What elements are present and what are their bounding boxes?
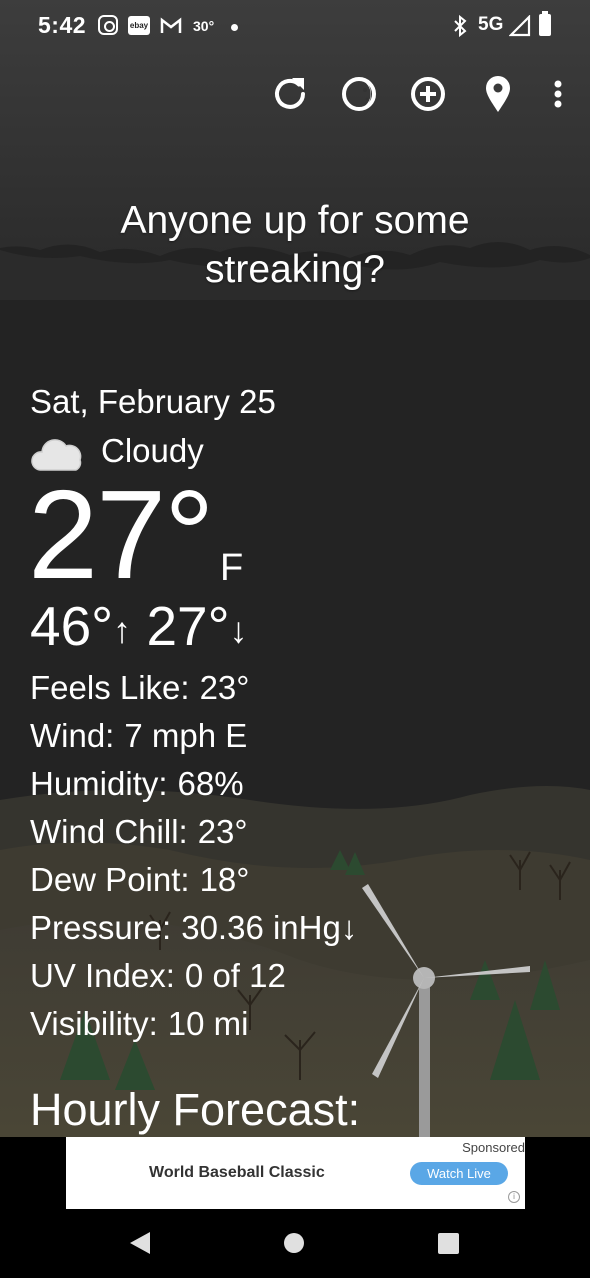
ad-banner[interactable]: Sponsored World Baseball Classic Watch L… (66, 1137, 525, 1209)
detail-label: Feels Like: (30, 669, 190, 706)
high-temp: 46° (30, 595, 114, 657)
notification-dot-icon (231, 24, 238, 31)
detail-pressure: Pressure: 30.36 inHg↓ (30, 908, 357, 948)
detail-humidity: Humidity: 68% (30, 764, 244, 804)
detail-value: 7 mph E (124, 717, 248, 754)
ad-sponsored-label: Sponsored (462, 1140, 525, 1155)
detail-value: 0 of 12 (184, 957, 286, 994)
detail-feels-like: Feels Like: 23° (30, 668, 249, 708)
watch-live-button[interactable]: Watch Live (410, 1162, 508, 1185)
detail-label: Visibility: (30, 1005, 158, 1042)
detail-value: 68% (177, 765, 244, 802)
network-type: 5G (478, 14, 504, 35)
more-vert-icon[interactable] (536, 72, 580, 116)
location-pin-icon[interactable] (476, 72, 520, 116)
status-temp: 30° (193, 18, 215, 34)
detail-label: Wind: (30, 717, 115, 754)
detail-label: Wind Chill: (30, 813, 188, 850)
gmail-icon (160, 17, 182, 33)
temperature-unit: F (220, 547, 244, 589)
instagram-icon (98, 15, 118, 35)
low-temp: 27° (146, 595, 230, 657)
detail-value: 23° (199, 669, 250, 706)
detail-value: 23° (197, 813, 248, 850)
detail-wind-chill: Wind Chill: 23° (30, 812, 248, 852)
detail-uv-index: UV Index: 0 of 12 (30, 956, 286, 996)
detail-label: Dew Point: (30, 861, 190, 898)
detail-visibility: Visibility: 10 mi (30, 1004, 248, 1044)
detail-value: 30.36 inHg↓ (181, 909, 358, 946)
detail-label: Humidity: (30, 765, 168, 802)
recents-icon[interactable] (438, 1233, 459, 1254)
battery-icon (539, 11, 551, 36)
ad-title[interactable]: World Baseball Classic (149, 1164, 325, 1182)
add-location-icon[interactable] (406, 72, 450, 116)
detail-wind: Wind: 7 mph E (30, 716, 247, 756)
moon-icon[interactable] (337, 72, 381, 116)
detail-value: 18° (199, 861, 250, 898)
up-arrow-icon: ↑ (113, 609, 132, 651)
detail-label: Pressure: (30, 909, 172, 946)
bluetooth-icon (454, 14, 467, 38)
detail-value: 10 mi (167, 1005, 249, 1042)
hourly-forecast-heading: Hourly Forecast: (30, 1084, 361, 1135)
ad-info-icon[interactable]: i (508, 1191, 520, 1203)
high-low-temps: 46°↑ 27°↓ (30, 596, 248, 660)
down-arrow-icon: ↓ (229, 609, 248, 651)
ebay-icon: ebay (128, 16, 150, 35)
back-icon[interactable] (130, 1232, 150, 1254)
refresh-icon[interactable] (268, 72, 312, 116)
current-date: Sat, February 25 (30, 383, 276, 420)
status-bar: 5:42 ebay 30° 5G (0, 0, 590, 54)
current-temperature: 27° (28, 464, 215, 605)
detail-dew-point: Dew Point: 18° (30, 860, 249, 900)
detail-label: UV Index: (30, 957, 175, 994)
headline-text: Anyone up for some streaking? (120, 199, 470, 291)
signal-icon (509, 15, 531, 37)
home-icon[interactable] (284, 1233, 304, 1253)
status-time: 5:42 (38, 12, 87, 38)
